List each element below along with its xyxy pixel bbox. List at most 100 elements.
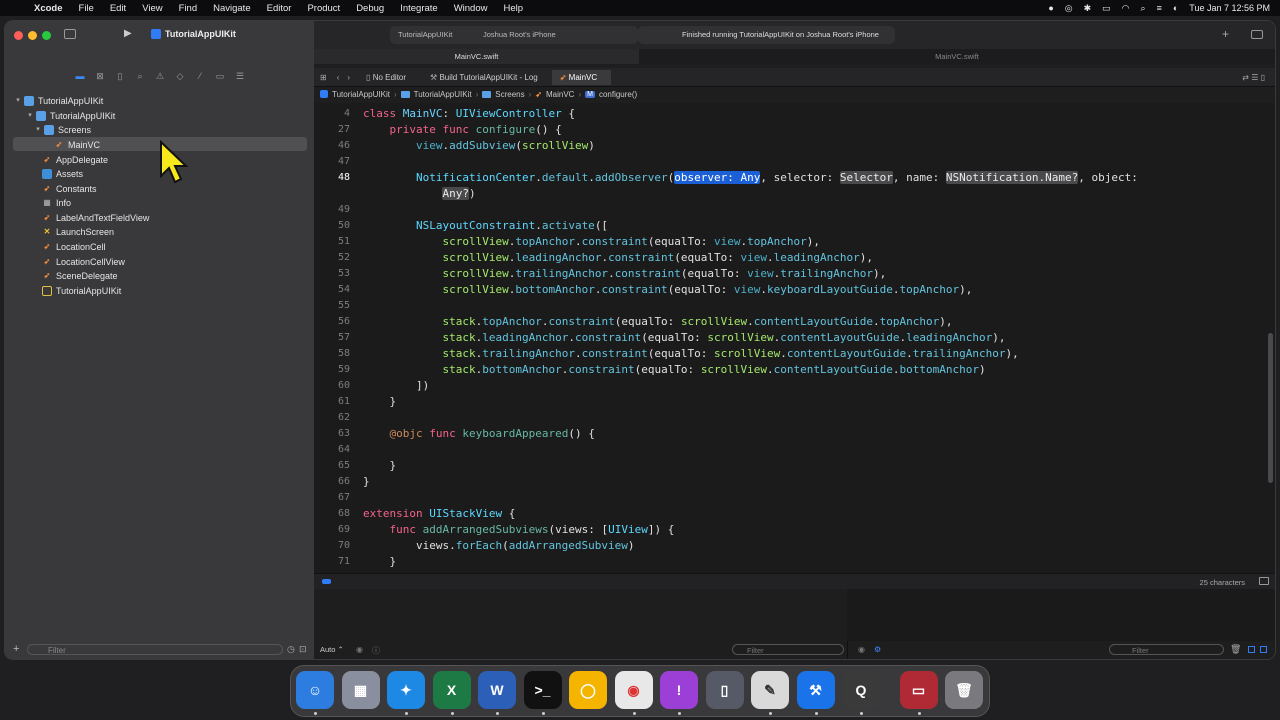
tree-item-screens[interactable]: ▾ Screens <box>34 123 91 137</box>
editor-options-icon[interactable]: ⇄ ☰ ▯ <box>1242 73 1265 82</box>
issue-navigator-icon[interactable]: ⚠ <box>155 71 165 81</box>
minimize-window-button[interactable] <box>28 31 37 40</box>
variables-mode-select[interactable]: Auto ⌃ <box>320 645 344 654</box>
dock-word-icon[interactable]: W <box>478 671 516 709</box>
variables-filter-input[interactable]: Filter <box>732 644 844 655</box>
inspector-toggle-icon[interactable] <box>1251 30 1263 39</box>
jump-group[interactable]: TutorialAppUIKit <box>414 90 472 99</box>
debug-navigator-icon[interactable]: ⁄ <box>195 71 205 81</box>
menu-editor[interactable]: Editor <box>259 3 300 14</box>
dock-textedit-icon[interactable]: ✎ <box>751 671 789 709</box>
menu-find[interactable]: Find <box>171 3 205 14</box>
dock-xcode-icon[interactable]: ⚒ <box>796 671 835 709</box>
menu-window[interactable]: Window <box>446 3 496 14</box>
split-right-icon[interactable] <box>1260 646 1267 653</box>
dock-trash-icon[interactable]: 🗑 <box>945 671 983 709</box>
run-icon[interactable]: ▶ <box>124 28 132 39</box>
menu-navigate[interactable]: Navigate <box>205 3 259 14</box>
scm-filter-icon[interactable]: ⊡ <box>299 644 307 655</box>
battery-icon[interactable]: ▭ <box>1102 3 1111 14</box>
editor-scrollbar[interactable] <box>1268 333 1273 483</box>
dock-iphone-mirroring-icon[interactable]: ▯ <box>705 671 744 709</box>
back-icon[interactable]: ‹ <box>337 73 340 82</box>
navigator-filter-input[interactable]: Filter <box>27 644 283 655</box>
record-icon[interactable]: ● <box>1048 3 1053 13</box>
menu-help[interactable]: Help <box>495 3 531 14</box>
menu-clock[interactable]: Tue Jan 7 12:56 PM <box>1189 3 1270 13</box>
jump-method[interactable]: configure() <box>599 90 637 99</box>
tab-no-editor[interactable]: ▯ No Editor <box>366 73 406 82</box>
test-navigator-icon[interactable]: ◇ <box>175 71 185 81</box>
scheme-title[interactable]: TutorialAppUIKit <box>165 29 236 39</box>
jump-file[interactable]: MainVC <box>546 90 574 99</box>
jump-screens[interactable]: Screens <box>495 90 524 99</box>
jump-project[interactable]: TutorialAppUIKit <box>332 90 390 99</box>
menu-edit[interactable]: Edit <box>102 3 134 14</box>
destination-scheme[interactable]: TutorialAppUIKit <box>398 30 452 39</box>
split-left-icon[interactable] <box>1248 646 1255 653</box>
info-icon[interactable]: ⓘ <box>372 645 380 656</box>
dock-finder-icon[interactable]: ☺ <box>296 671 334 709</box>
find-navigator-icon[interactable]: ⌕ <box>135 71 145 81</box>
bluetooth-icon[interactable]: ✱ <box>1084 3 1092 14</box>
zoom-window-button[interactable] <box>42 31 51 40</box>
tree-item-constants[interactable]: ➶ Constants <box>42 182 97 196</box>
console-pane[interactable] <box>847 589 1275 641</box>
tree-item-entitlements[interactable]: TutorialAppUIKit <box>42 284 121 298</box>
siri-icon[interactable]: ◐ <box>1173 3 1178 13</box>
tab-build-log[interactable]: ⚒ Build TutorialAppUIKit - Log <box>430 73 538 82</box>
tree-item-appdelegate[interactable]: ➶ AppDelegate <box>42 153 108 167</box>
forward-icon[interactable]: › <box>347 73 350 82</box>
add-file-icon[interactable]: + <box>13 643 19 655</box>
disclosure-open-icon[interactable]: ▾ <box>26 109 34 123</box>
menu-product[interactable]: Product <box>299 3 348 14</box>
wifi-icon[interactable]: ◠ <box>1122 3 1130 14</box>
airdrop-icon[interactable]: ◎ <box>1065 3 1073 14</box>
tree-item-labelandtextfieldview[interactable]: ➶ LabelAndTextFieldView <box>42 211 150 225</box>
debug-area-toggle-icon[interactable] <box>322 579 331 584</box>
trash-console-icon[interactable]: 🗑 <box>1230 644 1241 655</box>
dock-feedback-icon[interactable]: ! <box>660 671 698 709</box>
dock-excel-icon[interactable]: X <box>432 671 471 709</box>
source-control-navigator-icon[interactable]: ⊠ <box>95 71 105 81</box>
related-items-icon[interactable]: ⊞ <box>320 73 327 82</box>
console-settings-icon[interactable]: ⚙ <box>874 645 881 654</box>
dock-folder-app-icon[interactable]: ▭ <box>899 671 938 709</box>
tree-item-project[interactable]: ▾ TutorialAppUIKit <box>14 94 103 108</box>
project-navigator-icon[interactable]: ▬ <box>75 71 85 81</box>
tree-item-scenedelegate[interactable]: ➶ SceneDelegate <box>42 269 118 283</box>
close-window-button[interactable] <box>14 31 23 40</box>
tree-item-locationcellview[interactable]: ➶ LocationCellView <box>42 255 125 269</box>
disclosure-open-icon[interactable]: ▾ <box>34 123 42 137</box>
report-navigator-icon[interactable]: ☰ <box>235 71 245 81</box>
hide-debug-icon[interactable] <box>1259 577 1269 585</box>
menu-view[interactable]: View <box>134 3 170 14</box>
tree-item-launchscreen[interactable]: ✕ LaunchScreen <box>42 225 114 239</box>
tree-item-group[interactable]: ▾ TutorialAppUIKit <box>26 109 115 123</box>
control-center-icon[interactable]: ≡ <box>1157 3 1162 13</box>
tree-item-locationcell[interactable]: ➶ LocationCell <box>42 240 106 254</box>
file-tab-inactive[interactable]: MainVC.swift <box>639 49 1275 64</box>
menu-file[interactable]: File <box>71 3 102 14</box>
dock-chrome-icon[interactable]: ◉ <box>614 671 653 709</box>
spotlight-icon[interactable]: ⌕ <box>1141 3 1146 14</box>
dock-safari-icon[interactable]: ✦ <box>387 671 425 709</box>
dock-terminal-icon[interactable]: >_ <box>523 671 562 709</box>
console-eye-icon[interactable]: ◉ <box>858 645 865 654</box>
dock-launchpad-icon[interactable]: ▦ <box>341 671 380 709</box>
tree-item-info[interactable]: ▦ Info <box>42 196 71 210</box>
console-filter-input[interactable]: Filter <box>1109 644 1224 655</box>
add-tab-icon[interactable]: + <box>1222 27 1229 41</box>
destination-device[interactable]: Joshua Root's iPhone <box>483 30 556 39</box>
dock-keynote-like-icon[interactable]: ◯ <box>569 671 607 709</box>
dock-quicktime-icon[interactable]: Q <box>842 671 880 709</box>
bookmark-navigator-icon[interactable]: ▯ <box>115 71 125 81</box>
breakpoint-navigator-icon[interactable]: ▭ <box>215 71 225 81</box>
menu-debug[interactable]: Debug <box>348 3 392 14</box>
sidebar-toggle-icon[interactable] <box>64 29 76 39</box>
eye-icon[interactable]: ◉ <box>356 645 363 654</box>
menu-app-name[interactable]: Xcode <box>26 3 71 14</box>
code-editor[interactable]: 4 class MainVC: UIViewController {27 priv… <box>314 103 1275 573</box>
tree-item-assets[interactable]: Assets <box>42 167 83 181</box>
tree-item-mainvc[interactable]: ➶ MainVC <box>54 138 100 152</box>
